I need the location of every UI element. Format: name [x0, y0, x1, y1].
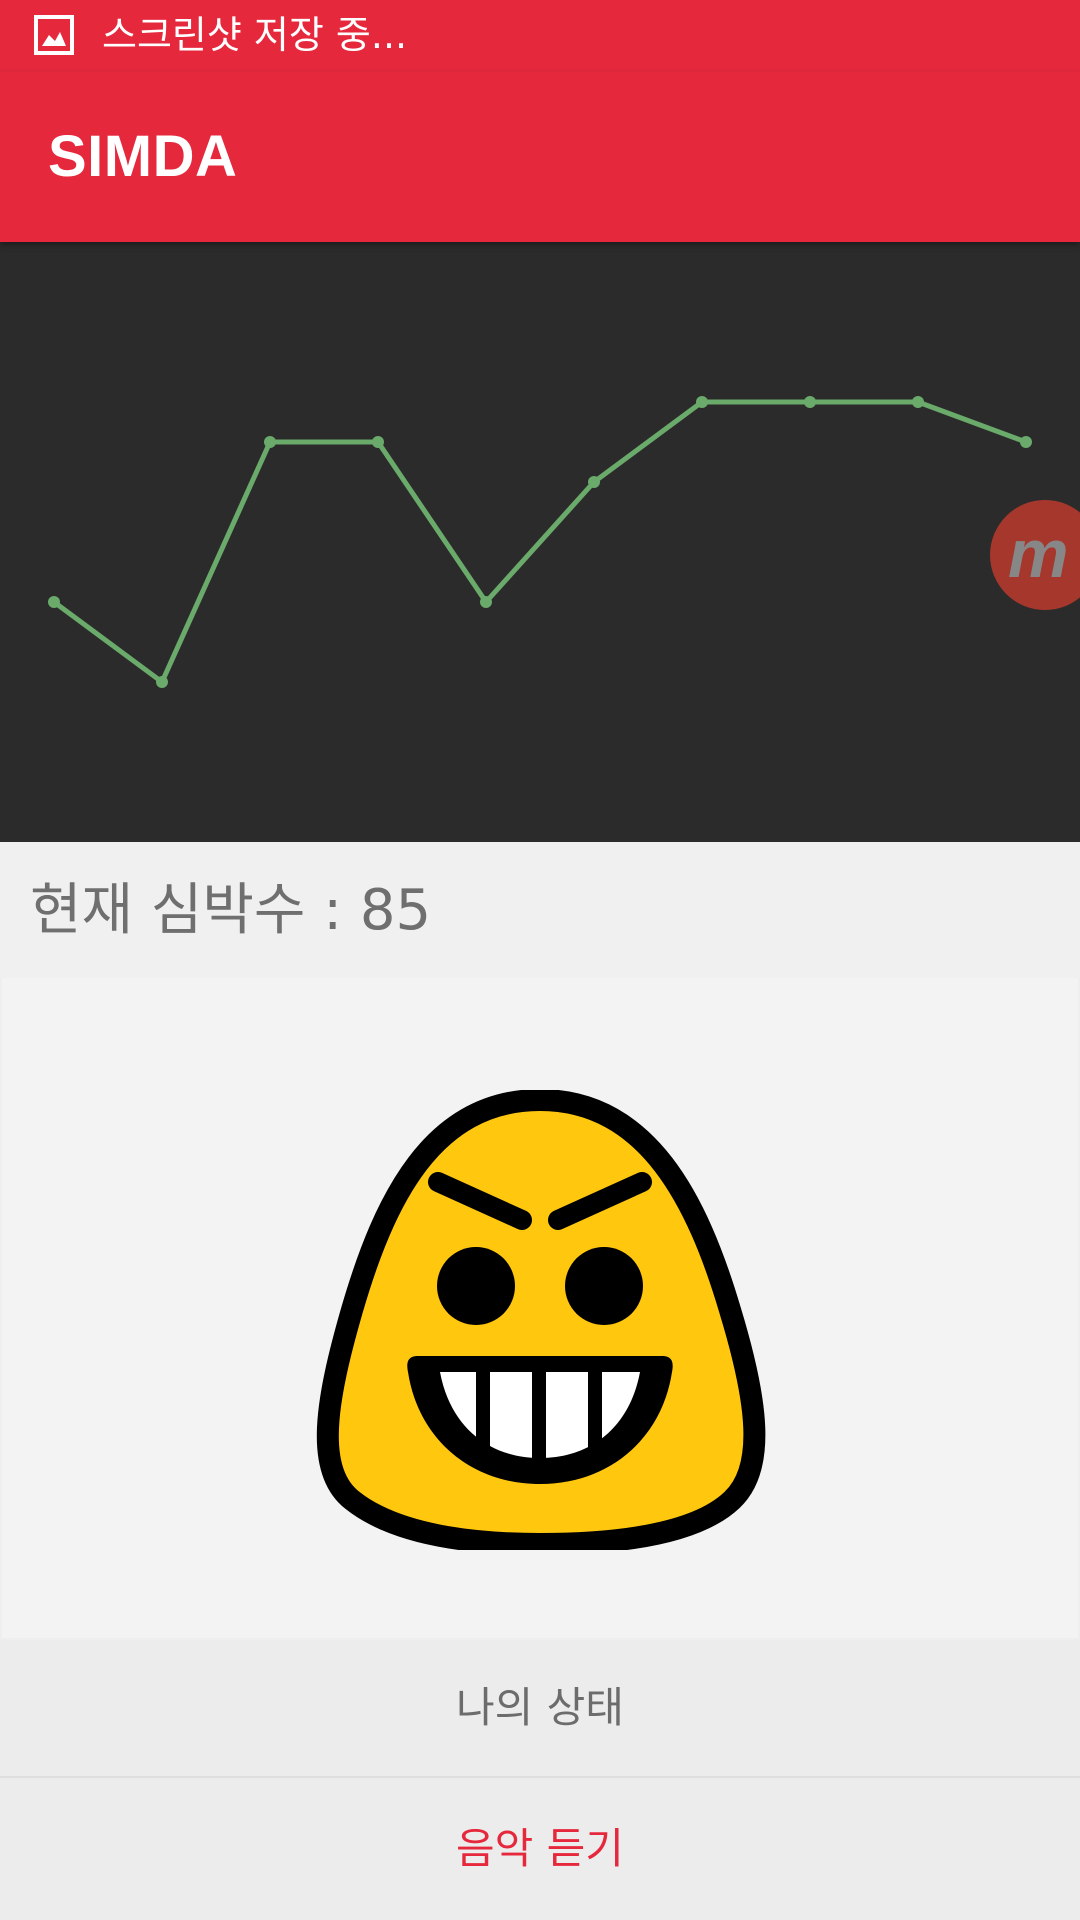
- image-icon: [34, 15, 74, 55]
- chart-point-3: [264, 436, 276, 448]
- m-icon: m: [1008, 516, 1069, 592]
- app-title: SIMDA: [48, 124, 238, 189]
- chart-point-6: [588, 476, 600, 488]
- mood-card: [2, 978, 1078, 1638]
- chart-series-line: [52, 399, 1027, 685]
- chart-point-7: [696, 396, 708, 408]
- app-screen: 스크린샷 저장 중... SIMDA m 현재 심박수 : 85 나의 상태 음…: [0, 0, 1080, 1920]
- my-status-button[interactable]: 나의 상태: [0, 1640, 1080, 1778]
- current-heart-rate: 현재 심박수 : 85: [30, 878, 432, 943]
- listen-music-button[interactable]: 음악 듣기: [0, 1778, 1080, 1920]
- chart-point-4: [372, 436, 384, 448]
- chart-point-9: [912, 396, 924, 408]
- status-bar: 스크린샷 저장 중...: [0, 0, 1080, 72]
- status-notification-text: 스크린샷 저장 중...: [102, 13, 408, 57]
- angry-grin-face-icon: [316, 1090, 766, 1550]
- chart-canvas: [48, 396, 1032, 688]
- app-bar: SIMDA: [0, 72, 1080, 242]
- chart-point-5: [480, 596, 492, 608]
- chart-point-8: [804, 396, 816, 408]
- heart-rate-row: 현재 심박수 : 85: [0, 842, 1080, 978]
- chart-point-1: [48, 596, 60, 608]
- chart-point-10: [1020, 436, 1032, 448]
- heart-rate-chart: [0, 242, 1080, 842]
- chart-point-2: [156, 676, 168, 688]
